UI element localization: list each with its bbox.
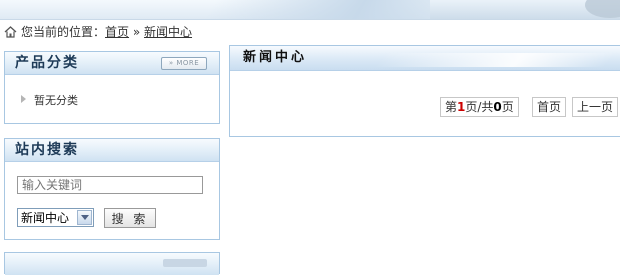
breadcrumb-prefix: 您当前的位置： [21,25,106,39]
chevron-down-icon[interactable] [77,210,92,225]
category-item-label: 暂无分类 [34,94,78,107]
home-icon [4,26,17,38]
search-scope-value: 新闻中心 [21,211,70,225]
search-panel-header: 站内搜索 [5,139,219,162]
first-page-button[interactable]: 首页 [532,97,567,117]
search-panel: 站内搜索 新闻中心 搜 索 [4,138,220,240]
news-panel-title: 新闻中心 [243,50,308,65]
page-mid: 页/共 [465,100,494,114]
search-scope-select[interactable]: 新闻中心 [17,208,94,227]
bullet-arrow-icon [21,95,26,103]
news-panel: 新闻中心 第1页/共0页 首页 上一页 [229,45,620,137]
collapsed-panel-header [5,253,219,275]
prev-page-button[interactable]: 上一页 [572,97,619,117]
category-panel-title: 产品分类 [15,55,79,71]
category-panel-header: 产品分类 » MORE [5,52,219,75]
top-banner [0,0,620,20]
breadcrumb: 您当前的位置：首页 » 新闻中心 [4,24,192,40]
breadcrumb-home-link[interactable]: 首页 [105,25,129,39]
collapsed-panel [4,252,220,275]
search-button[interactable]: 搜 索 [104,208,156,228]
news-panel-header: 新闻中心 [230,46,620,71]
search-panel-title: 站内搜索 [15,142,79,158]
header-decoration [374,53,616,67]
breadcrumb-separator: » [129,25,145,39]
category-panel: 产品分类 » MORE 暂无分类 [4,51,220,124]
more-button[interactable] [163,259,207,267]
breadcrumb-current-link[interactable]: 新闻中心 [144,25,192,39]
more-button[interactable]: » MORE [161,57,207,70]
page-status: 第1页/共0页 [440,97,519,117]
page-prefix: 第 [445,100,458,114]
category-item[interactable]: 暂无分类 [21,94,78,108]
keyword-input[interactable] [17,176,203,194]
total-pages: 0 [493,100,502,114]
page-suffix: 页 [501,100,514,114]
